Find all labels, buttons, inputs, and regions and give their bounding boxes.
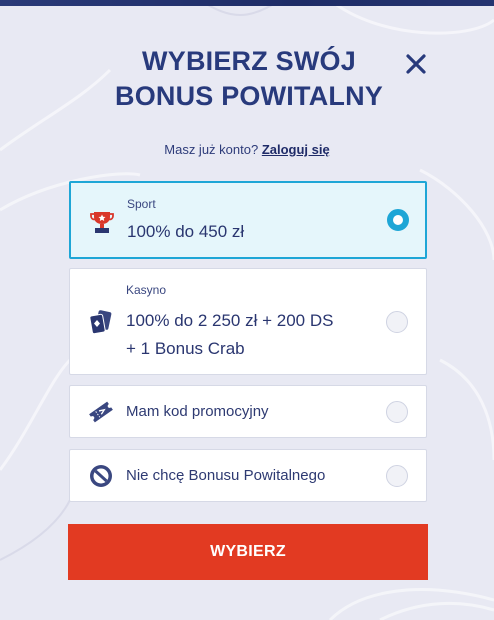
- playing-cards-icon: [89, 310, 112, 335]
- option-bonus-label-line1: 100% do 2 250 zł + 200 DS: [126, 311, 334, 330]
- option-label: Mam kod promocyjny: [126, 403, 269, 420]
- option-bonus-label: 100% do 450 zł: [127, 222, 245, 241]
- login-prompt-text: Masz już konto?: [164, 142, 259, 157]
- login-prompt-row: Masz już konto? Zaloguj się: [0, 142, 494, 157]
- option-label: Nie chcę Bonusu Powitalnego: [126, 467, 326, 484]
- ticket-icon: [89, 401, 113, 423]
- bonus-option-no-bonus[interactable]: Nie chcę Bonusu Powitalnego: [69, 449, 427, 502]
- bonus-option-promo-code[interactable]: Mam kod promocyjny: [69, 385, 427, 438]
- top-strip: [0, 0, 494, 6]
- bonus-option-sport[interactable]: Sport 100% do 450 zł: [69, 181, 427, 259]
- close-icon: [406, 54, 426, 74]
- close-button[interactable]: [402, 50, 430, 78]
- login-link[interactable]: Zaloguj się: [262, 142, 330, 157]
- radio-promo-code[interactable]: [386, 401, 408, 423]
- option-category-label: Kasyno: [126, 283, 167, 297]
- trophy-icon: [90, 212, 114, 233]
- radio-no-bonus[interactable]: [386, 465, 408, 487]
- option-bonus-label-line2: + 1 Bonus Crab: [126, 339, 245, 358]
- option-category-label: Sport: [127, 197, 156, 211]
- bonus-option-casino[interactable]: Kasyno 100% do 2 250 zł + 200 DS + 1 Bon…: [69, 268, 427, 375]
- radio-casino[interactable]: [386, 311, 408, 333]
- no-entry-icon: [90, 465, 112, 487]
- choose-bonus-button[interactable]: WYBIERZ: [68, 524, 428, 580]
- modal-title: WYBIERZ SWÓJ BONUS POWITALNY: [115, 46, 383, 111]
- radio-sport[interactable]: [387, 209, 409, 231]
